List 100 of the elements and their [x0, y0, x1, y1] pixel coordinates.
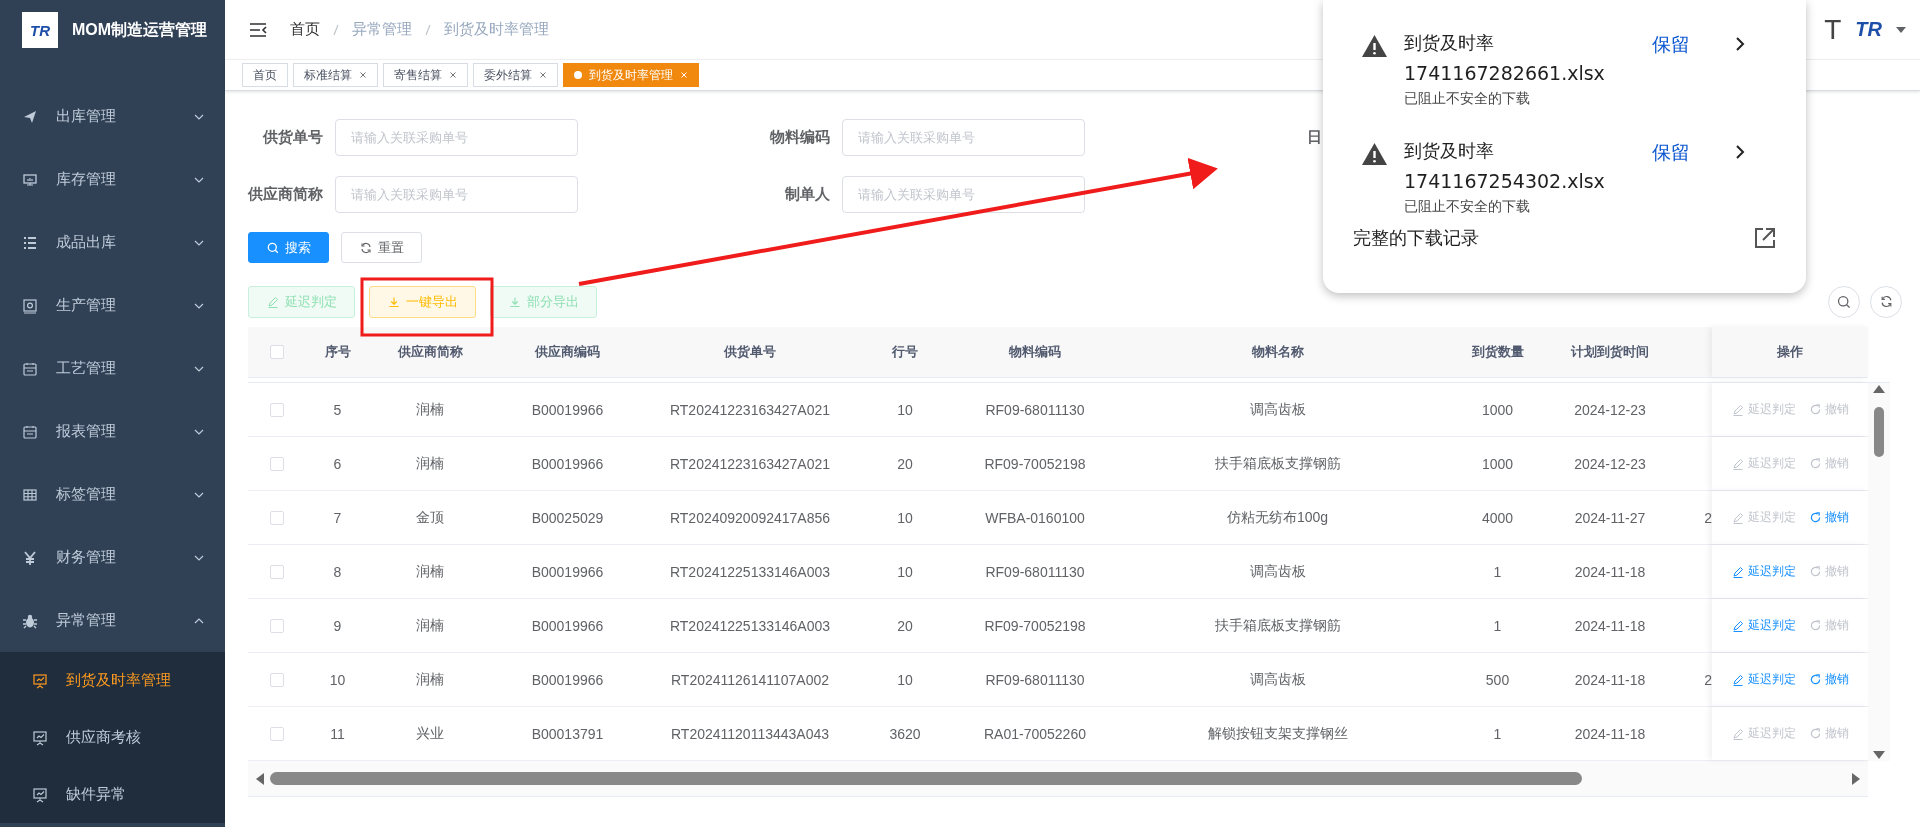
- menu-item[interactable]: 库存管理: [0, 148, 225, 211]
- external-link-icon[interactable]: [1754, 227, 1776, 249]
- checkbox[interactable]: [269, 564, 284, 579]
- logo: TR: [22, 12, 58, 48]
- input-field[interactable]: 请输入关联采购单号: [842, 119, 1085, 156]
- close-icon[interactable]: [539, 71, 547, 79]
- action-link[interactable]: 延迟判定: [1731, 671, 1796, 688]
- table-cell: 10: [897, 563, 913, 580]
- action-link[interactable]: 延迟判定: [1731, 617, 1796, 634]
- table-cell: 调高齿板: [1249, 670, 1306, 689]
- table-cell: 调高齿板: [1249, 562, 1306, 581]
- screen-gear-icon: [22, 297, 38, 314]
- checkbox[interactable]: [269, 402, 284, 417]
- table-cell: 10: [897, 401, 913, 418]
- scrollbar-thumb[interactable]: [270, 772, 1582, 785]
- pencil-icon: [1731, 673, 1744, 686]
- field-label: 制单人: [784, 185, 831, 204]
- table-cell: RT20241223163427A021: [669, 401, 831, 418]
- checkbox[interactable]: [269, 510, 284, 525]
- checkbox[interactable]: [269, 456, 284, 471]
- close-icon[interactable]: [359, 71, 367, 79]
- file-name: 1741167254302.xlsx: [1404, 169, 1606, 194]
- input-field[interactable]: 请输入关联采购单号: [335, 119, 578, 156]
- table-cell: 1000: [1481, 401, 1514, 418]
- keep-link[interactable]: 保留: [1652, 32, 1732, 58]
- menu-item[interactable]: 财务管理: [0, 526, 225, 589]
- search-button[interactable]: [1828, 285, 1860, 318]
- scrollbar-thumb[interactable]: [1874, 407, 1884, 457]
- refresh-icon: [359, 241, 372, 254]
- checkbox[interactable]: [269, 726, 284, 741]
- app-title: MOM制造运营管理: [72, 19, 208, 40]
- submenu-item[interactable]: 缺件异常: [0, 766, 225, 823]
- chart-board-icon: [32, 786, 48, 803]
- caret-down-icon[interactable]: [1896, 26, 1906, 33]
- checkbox[interactable]: [269, 672, 284, 687]
- table-cell: B00019966: [531, 563, 604, 580]
- submenu-item[interactable]: 到货及时率管理: [0, 652, 225, 709]
- table-cell: 3620: [889, 725, 921, 742]
- chevron-right-icon[interactable]: [1735, 144, 1745, 160]
- table-cell: 6: [333, 455, 342, 472]
- table-cell: 仿粘无纺布100g: [1226, 508, 1329, 527]
- table-cell: 500: [1485, 671, 1510, 688]
- table-cell: 11: [330, 725, 345, 742]
- download-status: 已阻止不安全的下载: [1404, 197, 1531, 216]
- table-cell: 1: [1493, 563, 1502, 580]
- action-link[interactable]: 延迟判定: [1731, 563, 1796, 580]
- scroll-up-icon[interactable]: [1873, 383, 1885, 393]
- table-cell: 2: [1704, 509, 1712, 526]
- refresh-icon: [1809, 404, 1821, 415]
- page-tab[interactable]: 委外结算: [473, 63, 558, 87]
- chevron-right-icon[interactable]: [1735, 36, 1745, 52]
- reset-button[interactable]: 重置: [341, 232, 422, 263]
- table-cell: RF09-68011130: [985, 401, 1085, 418]
- menu-item[interactable]: 异常管理: [0, 589, 225, 652]
- vertical-scrollbar[interactable]: [1868, 383, 1890, 761]
- monitor-icon: [22, 171, 38, 188]
- close-icon[interactable]: [449, 71, 457, 79]
- table-icon: [22, 486, 38, 503]
- input-field[interactable]: 请输入关联采购单号: [335, 176, 578, 213]
- table-cell: 2024-11-27: [1574, 509, 1646, 526]
- table-cell: B00019966: [531, 401, 604, 418]
- horizontal-scrollbar[interactable]: [248, 761, 1868, 797]
- scroll-down-icon[interactable]: [1873, 751, 1885, 761]
- table-cell: 润楠: [416, 400, 444, 419]
- menu-item[interactable]: 工艺管理: [0, 337, 225, 400]
- table-cell: RF09-68011130: [985, 671, 1085, 688]
- field-label: 物料编码: [768, 128, 831, 147]
- menu-item[interactable]: 报表管理: [0, 400, 225, 463]
- checkbox[interactable]: [269, 345, 284, 359]
- table-cell: 2024-11-18: [1574, 671, 1646, 688]
- action-link[interactable]: 撤销: [1809, 509, 1849, 526]
- yen-icon: [22, 549, 38, 566]
- submenu-item[interactable]: 供应商考核: [0, 709, 225, 766]
- search-icon: [1837, 294, 1851, 309]
- action-link[interactable]: 撤销: [1809, 671, 1849, 688]
- scroll-left-icon[interactable]: [254, 772, 264, 785]
- scroll-right-icon[interactable]: [1852, 772, 1862, 785]
- menu-fold-icon[interactable]: [249, 21, 267, 38]
- user-logo[interactable]: TR: [1855, 18, 1882, 41]
- breadcrumb-item[interactable]: 首页: [290, 20, 320, 39]
- refresh-button[interactable]: [1870, 285, 1902, 318]
- page-tab[interactable]: 寄售结算: [383, 63, 468, 87]
- menu-item[interactable]: 生产管理: [0, 274, 225, 337]
- keep-link[interactable]: 保留: [1652, 140, 1732, 166]
- download-status: 已阻止不安全的下载: [1404, 89, 1531, 108]
- page-tab[interactable]: 首页: [242, 63, 288, 87]
- input-field[interactable]: 请输入关联采购单号: [842, 176, 1085, 213]
- table-cell: RT20241223163427A021: [669, 455, 831, 472]
- menu-item[interactable]: 出库管理: [0, 85, 225, 148]
- table-cell: 2024-12-23: [1574, 455, 1646, 472]
- table-cell: 2024-11-18: [1574, 617, 1646, 634]
- download-history-link[interactable]: 完整的下载记录: [1353, 226, 1754, 250]
- checkbox[interactable]: [269, 618, 284, 633]
- slash-icon: [425, 23, 431, 36]
- page-tab[interactable]: 标准结算: [293, 63, 378, 87]
- column-header: 操作: [1777, 343, 1803, 361]
- menu-item[interactable]: 标签管理: [0, 463, 225, 526]
- menu-item[interactable]: 成品出库: [0, 211, 225, 274]
- table-cell: B00019966: [531, 617, 604, 634]
- paper-plane-icon: [22, 108, 38, 125]
